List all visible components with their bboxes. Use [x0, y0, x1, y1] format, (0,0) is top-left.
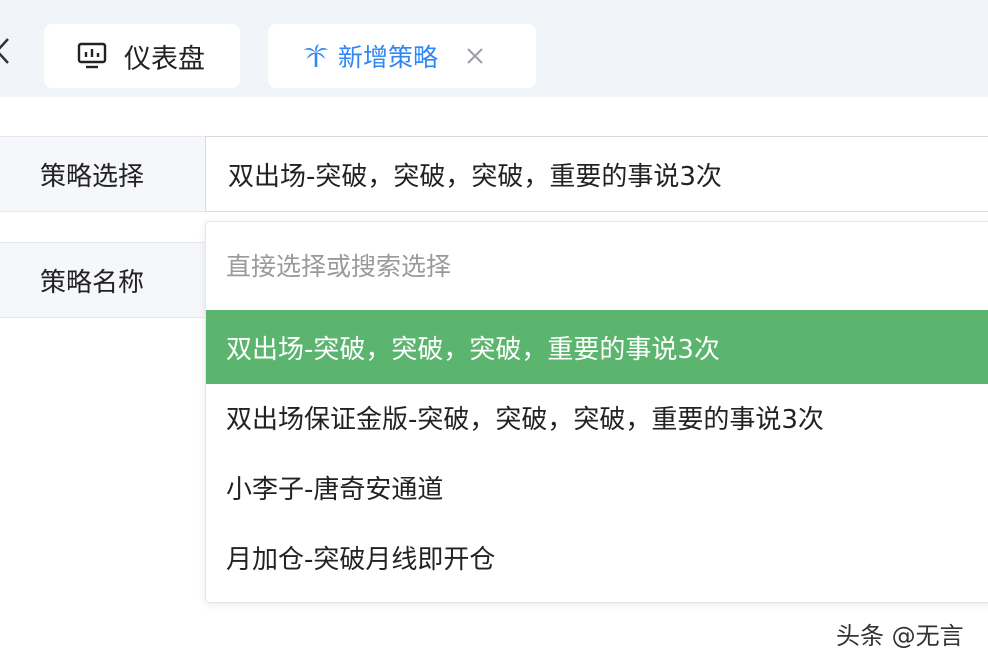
strategy-select[interactable]: 双出场-突破，突破，突破，重要的事说3次 — [205, 136, 988, 212]
strategy-select-value: 双出场-突破，突破，突破，重要的事说3次 — [228, 161, 722, 192]
palm-tree-icon — [302, 42, 330, 70]
watermark: 头条 @无言 — [836, 622, 964, 650]
dropdown-option-label: 双出场-突破，突破，突破，重要的事说3次 — [226, 334, 720, 365]
tab-new-strategy[interactable]: 新增策略 — [268, 24, 536, 88]
chevron-left-icon[interactable] — [0, 36, 12, 66]
dropdown-option[interactable]: 小李子-唐奇安通道 — [206, 450, 988, 524]
strategy-select-label-cell: 策略选择 — [0, 136, 205, 212]
strategy-name-label-cell: 策略名称 — [0, 242, 205, 318]
tab-bar: 仪表盘 新增策略 — [0, 0, 988, 97]
dropdown-search-input[interactable] — [226, 246, 966, 286]
close-icon[interactable] — [464, 45, 486, 67]
dropdown-option-label: 月加仓-突破月线即开仓 — [226, 544, 496, 575]
tab-new-strategy-label: 新增策略 — [338, 43, 439, 72]
dropdown-option-label: 小李子-唐奇安通道 — [226, 474, 444, 505]
strategy-name-label: 策略名称 — [40, 267, 145, 298]
tab-dashboard-label: 仪表盘 — [124, 43, 205, 75]
dropdown-option-label: 双出场保证金版-突破，突破，突破，重要的事说3次 — [226, 404, 824, 435]
dropdown-option[interactable]: 月加仓-突破月线即开仓 — [206, 520, 988, 594]
dropdown-option[interactable]: 双出场保证金版-突破，突破，突破，重要的事说3次 — [206, 380, 988, 454]
monitor-chart-icon — [76, 40, 108, 72]
dropdown-search — [206, 222, 988, 310]
dropdown-option[interactable]: 双出场-突破，突破，突破，重要的事说3次 — [206, 310, 988, 384]
strategy-dropdown: 双出场-突破，突破，突破，重要的事说3次 双出场保证金版-突破，突破，突破，重要… — [205, 221, 988, 603]
tab-dashboard[interactable]: 仪表盘 — [44, 24, 240, 88]
strategy-select-label: 策略选择 — [40, 161, 145, 192]
page: 仪表盘 新增策略 策略选择 双出场-突破，突破，突破，重要的事说3次 策略名称 … — [0, 0, 988, 666]
